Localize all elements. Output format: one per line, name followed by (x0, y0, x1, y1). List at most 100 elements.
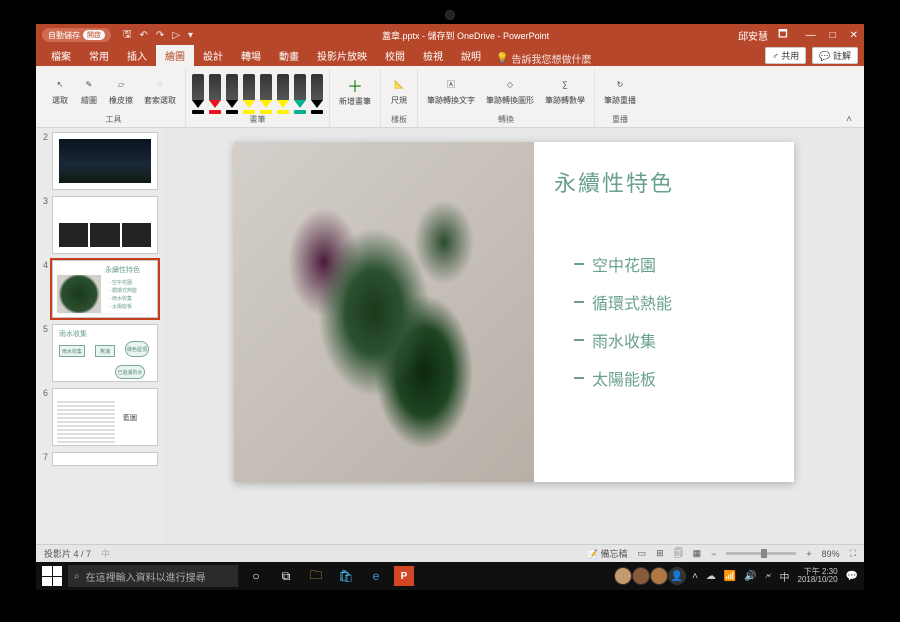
thumb-7[interactable]: 7 (38, 452, 158, 466)
qat-more-icon[interactable]: ▾ (188, 30, 193, 41)
share-button[interactable]: ♂ 共用 (765, 47, 806, 64)
system-tray: ˄ ☁ 📶 🔊 🗲 中 下午 2:30 2018/10/20 💬 (692, 568, 858, 584)
view-sorter-icon[interactable]: ⊞ (656, 548, 664, 559)
volume-icon[interactable]: 🔊 (744, 571, 756, 582)
tab-review[interactable]: 校閱 (376, 45, 414, 66)
document-title: 蓋章.pptx - 儲存到 OneDrive - PowerPoint (193, 29, 738, 42)
ink-to-shape-button[interactable]: ◇筆跡轉換圖形 (483, 73, 537, 108)
collapse-ribbon-icon[interactable]: ˄ (840, 112, 858, 127)
tab-transitions[interactable]: 轉場 (232, 45, 270, 66)
powerpoint-icon[interactable]: P (394, 566, 414, 586)
thumb-4[interactable]: 4永續性特色- 空中花園- 循環式熱能- 雨水收集- 太陽能板 (38, 260, 158, 318)
avatar[interactable] (614, 567, 632, 585)
pen-0[interactable] (192, 74, 204, 108)
tab-slideshow[interactable]: 投影片放映 (308, 45, 376, 66)
ime-icon[interactable]: 中 (780, 569, 790, 584)
task-view-icon[interactable]: ⧉ (274, 564, 298, 588)
zoom-out-icon[interactable]: − (711, 549, 716, 559)
zoom-level[interactable]: 89% (822, 549, 840, 559)
ink-text-icon: 🄰 (442, 75, 460, 93)
tab-insert[interactable]: 插入 (118, 45, 156, 66)
ink-replay-label: 筆跡重播 (604, 95, 636, 106)
cortana-icon[interactable]: ○ (244, 564, 268, 588)
windows-taskbar: ⌕ 在這裡輸入資料以進行搜尋 ○ ⧉ 🗀 🛍 e P 👤 ˄ ☁ 📶 🔊 🗲 (36, 562, 864, 590)
close-icon[interactable]: ✕ (850, 30, 858, 41)
edge-icon[interactable]: e (364, 564, 388, 588)
start-button[interactable] (42, 566, 62, 586)
notifications-icon[interactable]: 💬 (846, 571, 858, 582)
ribbon-options-icon[interactable]: 🗖 (778, 27, 788, 44)
select-tool[interactable]: ↖選取 (48, 73, 72, 108)
tab-design[interactable]: 設計 (194, 45, 232, 66)
thumb-2[interactable]: 2 (38, 132, 158, 190)
fit-to-window-icon[interactable]: ⛶ (850, 548, 856, 559)
current-slide[interactable]: 永續性特色 空中花園 循環式熱能 雨水收集 太陽能板 (234, 142, 794, 482)
slide-thumbnails[interactable]: 2 3 4永續性特色- 空中花園- 循環式熱能- 雨水收集- 太陽能板 5雨水收… (36, 128, 164, 544)
add-pen-button[interactable]: ＋新增畫筆 (336, 74, 374, 109)
onedrive-icon[interactable]: ☁ (706, 571, 716, 582)
pen-5[interactable] (277, 74, 289, 108)
slide-counter[interactable]: 投影片 4 / 7 (44, 547, 91, 560)
draw-tool[interactable]: ✎繪圖 (77, 73, 101, 108)
zoom-in-icon[interactable]: + (806, 549, 811, 559)
explorer-icon[interactable]: 🗀 (304, 564, 328, 588)
tab-animations[interactable]: 動畫 (270, 45, 308, 66)
minimize-icon[interactable]: — (806, 30, 816, 41)
search-placeholder: 在這裡輸入資料以進行搜尋 (86, 569, 206, 584)
avatar[interactable] (632, 567, 650, 585)
start-slideshow-icon[interactable]: ▷ (172, 30, 180, 41)
lasso-select-tool[interactable]: ◌套索選取 (141, 73, 179, 108)
view-reading-icon[interactable]: 🗐 (674, 546, 683, 562)
bullet-item[interactable]: 太陽能板 (574, 366, 672, 390)
thumb-num: 3 (38, 196, 48, 254)
people-bar[interactable]: 👤 (614, 567, 686, 585)
notes-button[interactable]: 📝 備忘稿 (587, 547, 628, 560)
tray-up-icon[interactable]: ˄ (692, 571, 698, 582)
group-replay: ↻筆跡重播 重播 (595, 69, 645, 127)
tab-view[interactable]: 檢視 (414, 45, 452, 66)
zoom-slider[interactable] (726, 552, 796, 555)
avatar[interactable] (650, 567, 668, 585)
pen-1[interactable] (209, 74, 221, 108)
user-name[interactable]: 邱安慧 (738, 28, 768, 43)
slide-canvas-area[interactable]: 永續性特色 空中花園 循環式熱能 雨水收集 太陽能板 (164, 128, 864, 544)
tab-home[interactable]: 常用 (80, 45, 118, 66)
people-button[interactable]: 👤 (668, 567, 686, 585)
slide-title[interactable]: 永續性特色 (554, 166, 674, 198)
ink-to-text-button[interactable]: 🄰筆跡轉換文字 (424, 73, 478, 108)
undo-icon[interactable]: ↶ (140, 30, 148, 41)
ruler-button[interactable]: 📐尺規 (387, 73, 411, 108)
autosave-toggle[interactable]: 自動儲存 開啟 (42, 28, 111, 42)
redo-icon[interactable]: ↷ (156, 30, 164, 41)
pen-4[interactable] (260, 74, 272, 108)
wifi-icon[interactable]: 📶 (724, 571, 736, 582)
tab-help[interactable]: 說明 (452, 45, 490, 66)
tab-file[interactable]: 檔案 (42, 45, 80, 66)
thumb-5[interactable]: 5雨水收集雨水收集幫浦綠色屋頂已過濾的水 (38, 324, 158, 382)
comments-button[interactable]: 💬 註解 (812, 47, 858, 64)
store-icon[interactable]: 🛍 (334, 564, 358, 588)
ink-replay-button[interactable]: ↻筆跡重播 (601, 73, 639, 108)
taskbar-search[interactable]: ⌕ 在這裡輸入資料以進行搜尋 (68, 565, 238, 587)
tab-draw[interactable]: 繪圖 (156, 45, 194, 66)
thumb-6[interactable]: 6藍圖 (38, 388, 158, 446)
view-normal-icon[interactable]: ▭ (638, 548, 647, 559)
bullet-item[interactable]: 空中花園 (574, 252, 672, 276)
pen-2[interactable] (226, 74, 238, 108)
bullet-item[interactable]: 雨水收集 (574, 328, 672, 352)
eraser-tool[interactable]: ▱橡皮擦 (106, 73, 136, 108)
bullet-item[interactable]: 循環式熱能 (574, 290, 672, 314)
battery-icon[interactable]: 🗲 (765, 571, 772, 582)
maximize-icon[interactable]: □ (830, 30, 836, 41)
tell-me-search[interactable]: 💡 告訴我您想做什麼 (496, 51, 591, 66)
ink-to-math-button[interactable]: ∑筆跡轉數學 (542, 73, 588, 108)
thumb-3[interactable]: 3 (38, 196, 158, 254)
view-slideshow-icon[interactable]: ▦ (693, 548, 702, 559)
taskbar-clock[interactable]: 下午 2:30 2018/10/20 (798, 568, 838, 584)
lasso-label: 套索選取 (144, 95, 176, 106)
save-icon[interactable]: 🖫 (123, 27, 132, 44)
pen-3[interactable] (243, 74, 255, 108)
pen-7[interactable] (311, 74, 323, 108)
slide-bullets[interactable]: 空中花園 循環式熱能 雨水收集 太陽能板 (574, 252, 672, 390)
pen-6[interactable] (294, 74, 306, 108)
